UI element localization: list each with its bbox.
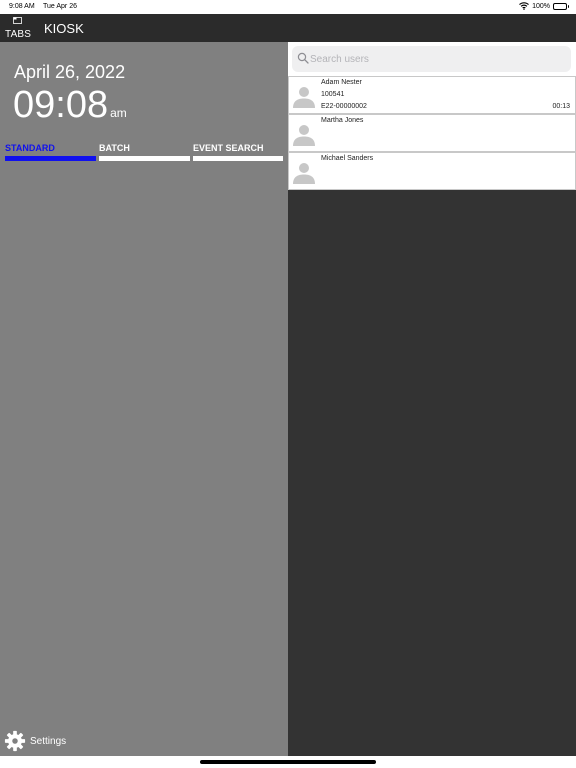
segment-label: EVENT SEARCH <box>193 143 264 153</box>
search-input[interactable] <box>310 49 560 69</box>
status-bar: 9:08 AM Tue Apr 26 100% <box>0 0 576 14</box>
battery-percent: 100% <box>532 2 550 10</box>
segment-indicator <box>99 156 190 161</box>
settings-label: Settings <box>30 735 67 747</box>
user-list-panel: Adam Nester 100541 E22-00000002 00:13 Ma… <box>288 42 576 756</box>
segment-indicator <box>5 156 96 161</box>
page-title: KIOSK <box>44 21 84 36</box>
nav-bar: TABS KIOSK <box>0 14 576 42</box>
home-indicator-area <box>0 756 576 768</box>
user-row-michael-sanders[interactable]: Michael Sanders <box>288 152 576 190</box>
user-name: Michael Sanders <box>321 155 374 162</box>
segment-indicator <box>193 156 283 161</box>
left-panel: April 26, 2022 09:08 am STANDARD BATCH EV… <box>0 42 288 756</box>
user-name: Martha Jones <box>321 117 364 124</box>
current-date: April 26, 2022 <box>14 62 126 82</box>
segment-label: BATCH <box>99 143 130 153</box>
wifi-icon <box>519 2 530 10</box>
tabs-button[interactable]: TABS <box>3 16 31 40</box>
gear-icon <box>4 730 26 752</box>
user-row-adam-nester[interactable]: Adam Nester 100541 E22-00000002 00:13 <box>288 76 576 114</box>
avatar-placeholder-icon <box>293 163 315 184</box>
user-name: Adam Nester <box>321 79 362 86</box>
battery-icon <box>553 2 569 10</box>
segment-batch[interactable]: BATCH <box>99 142 190 164</box>
clock-time: 09:08 <box>13 84 109 126</box>
search-icon <box>297 52 309 64</box>
user-event-code: E22-00000002 <box>321 103 367 110</box>
status-right-group: 100% <box>519 2 569 10</box>
segment-event-search[interactable]: EVENT SEARCH <box>193 142 283 164</box>
clock: 09:08 am <box>13 84 127 127</box>
search-bar <box>288 42 576 76</box>
user-id: 100541 <box>321 91 345 98</box>
segment-standard[interactable]: STANDARD <box>5 142 96 164</box>
status-date: Tue Apr 26 <box>43 3 77 10</box>
avatar-placeholder-icon <box>293 87 315 108</box>
tabs-label: TABS <box>5 29 32 40</box>
status-time: 9:08 AM <box>9 3 35 10</box>
search-box[interactable] <box>292 46 571 72</box>
clock-ampm: am <box>110 106 127 120</box>
settings-button[interactable]: Settings <box>4 730 66 752</box>
tabs-icon <box>13 17 22 24</box>
user-row-martha-jones[interactable]: Martha Jones <box>288 114 576 152</box>
home-indicator[interactable] <box>200 760 376 764</box>
avatar-placeholder-icon <box>293 125 315 146</box>
segment-label: STANDARD <box>5 143 55 153</box>
user-elapsed-time: 00:13 <box>552 103 570 110</box>
